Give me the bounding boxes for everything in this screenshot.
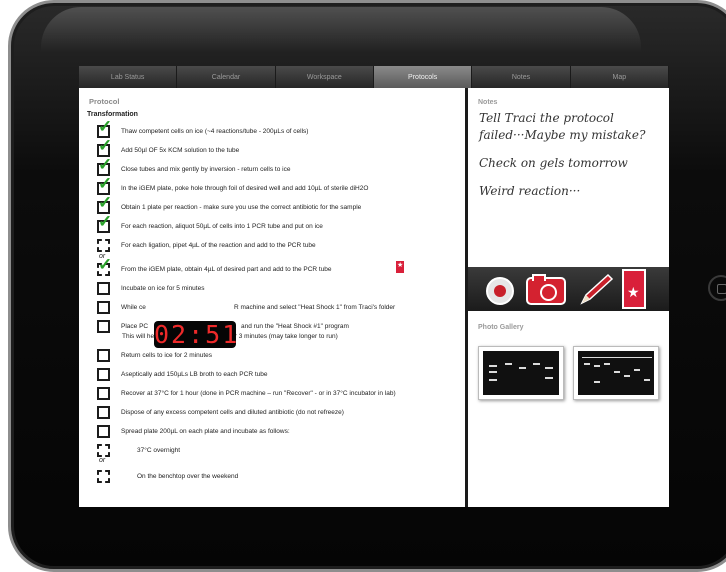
step-text: Add 50µl OF 5x KCM solution to the tube [121,146,240,154]
bookmark-icon[interactable] [395,260,405,274]
step-checkbox[interactable] [97,386,110,400]
step-text-end: R machine and select "Heat Shock 1" from… [234,303,396,311]
step-checkbox[interactable]: ✓ [97,213,112,233]
step-checkbox[interactable] [97,367,110,381]
bookmark-icon[interactable] [622,269,646,309]
checkmark-icon: ✓ [98,192,113,212]
protocol-step: Return cells to ice for 2 minutes [97,348,212,362]
protocol-step: ✓ From the iGEM plate, obtain 4µL of des… [97,256,332,276]
step-text: For each reaction, aliquot 50µL of cells… [121,222,323,230]
step-text-start: While ce [121,303,146,311]
notes-pane: Notes Tell Traci the protocol failed···M… [468,88,669,507]
tab-protocols[interactable]: Protocols [373,66,473,88]
gallery-label: Photo Gallery [478,324,524,331]
protocol-step: For each ligation, pipet 4µL of the reac… [97,238,316,252]
option-checkbox[interactable] [97,443,110,457]
protocol-step: On the benchtop over the weekend [97,469,238,483]
protocol-step: While ce R machine and select "Heat Shoc… [97,300,395,314]
tab-workspace[interactable]: Workspace [276,66,374,88]
home-button[interactable] [708,275,726,301]
frame-gloss [41,7,641,52]
checkmark-icon: ✓ [98,173,113,193]
step-text: Thaw competent cells on ice (~4 reaction… [121,127,309,135]
step-text: Aseptically add 150µLs LB broth to each … [121,370,268,378]
countdown-timer[interactable]: 02:51 [154,321,237,348]
step-text-end: and run the "Heat Shock #1" program [241,322,349,330]
note-line[interactable]: failed···Maybe my mistake? [479,128,645,142]
checkmark-icon: ✓ [98,254,113,274]
note-line[interactable]: Weird reaction··· [479,184,580,198]
step-text: Recover at 37°C for 1 hour (done in PCR … [121,389,396,397]
step-text: For each ligation, pipet 4µL of the reac… [121,241,316,249]
step-text: From the iGEM plate, obtain 4µL of desir… [121,265,332,273]
record-icon[interactable] [486,277,514,305]
step-text: Return cells to ice for 2 minutes [121,351,213,359]
note-line[interactable]: Check on gels tomorrow [479,156,628,170]
gel-image [483,351,559,395]
protocol-step: Incubate on ice for 5 minutes [97,281,204,295]
step-text: Close tubes and mix gently by inversion … [121,165,291,173]
tab-lab-status[interactable]: Lab Status [79,66,178,88]
protocol-step: Aseptically add 150µLs LB broth to each … [97,367,267,381]
step-text: Obtain 1 plate per reaction - make sure … [121,203,362,211]
tab-map[interactable]: Map [571,66,669,88]
protocol-step: 37°C overnight [97,443,180,457]
step-text-start: Place PC [121,322,149,330]
step-checkbox[interactable] [97,405,110,419]
protocol-step: Recover at 37°C for 1 hour (done in PCR … [97,386,396,400]
note-line[interactable]: Tell Traci the protocol [479,111,614,125]
option-checkbox[interactable] [97,469,110,483]
step-checkbox[interactable] [97,424,110,438]
checkmark-icon: ✓ [98,154,113,174]
protocol-step: Place PC and run the "Heat Shock #1" pro… [97,319,349,333]
protocol-title: Transformation [87,111,138,118]
or-label: or [99,457,106,464]
incubate-option: On the benchtop over the weekend [137,472,239,480]
protocol-section-label: Protocol [89,97,120,106]
pen-icon[interactable] [576,273,614,307]
camera-icon[interactable] [526,274,566,305]
step-checkbox[interactable] [97,281,110,295]
incubate-option: 37°C overnight [137,446,181,454]
option-checkbox[interactable]: ✓ [97,256,112,276]
step-checkbox[interactable] [97,300,110,314]
gel-image [578,351,654,395]
option-checkbox[interactable] [97,238,110,252]
step-text: Spread plate 200µL on each plate and inc… [121,427,290,435]
protocol-pane: Protocol Transformation ✓ Thaw competent… [79,88,465,507]
protocol-step: ✓ For each reaction, aliquot 50µL of cel… [97,213,323,233]
tab-notes[interactable]: Notes [472,66,571,88]
tab-calendar[interactable]: Calendar [177,66,276,88]
protocol-step: Dispose of any excess competent cells an… [97,405,344,419]
protocol-step: Spread plate 200µL on each plate and inc… [97,424,290,438]
step-text: In the iGEM plate, poke hole through foi… [121,184,369,192]
checkmark-icon: ✓ [98,116,113,136]
step-checkbox[interactable] [97,348,110,362]
checkmark-icon: ✓ [98,135,113,155]
app-screen: Lab Status Calendar Workspace Protocols … [79,66,669,507]
step-checkbox[interactable] [97,319,110,333]
step-text: Dispose of any excess competent cells an… [121,408,344,416]
checkmark-icon: ✓ [98,211,113,231]
notes-label: Notes [478,99,498,106]
step-text: Incubate on ice for 5 minutes [121,284,205,292]
gel-photo[interactable] [478,346,564,400]
media-toolbar [468,267,669,311]
tab-bar: Lab Status Calendar Workspace Protocols … [79,66,669,88]
gel-photo[interactable] [573,346,659,400]
